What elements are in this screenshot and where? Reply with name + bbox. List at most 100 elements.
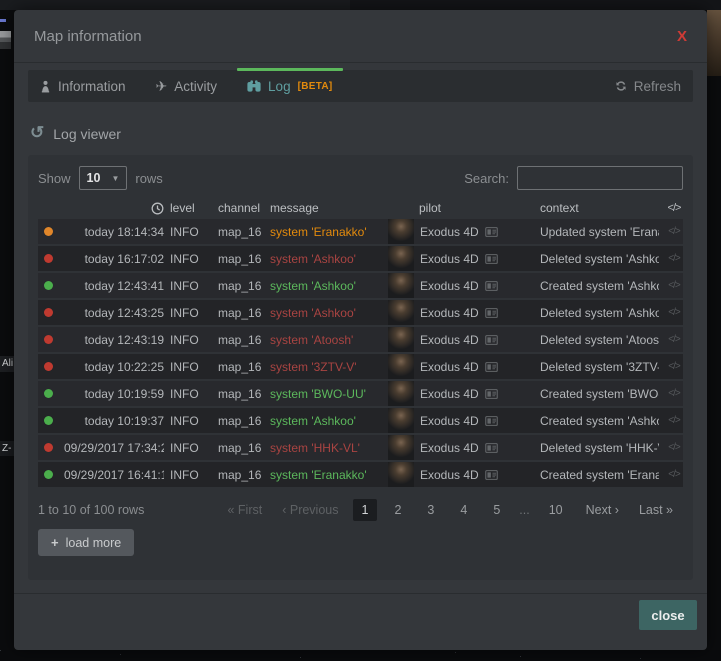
log-channel: map_16 [218, 414, 264, 428]
log-level: INFO [170, 225, 212, 239]
log-message: system 'Atoosh' [270, 333, 382, 347]
search-input[interactable] [517, 166, 683, 190]
code-icon[interactable]: </> [665, 361, 683, 372]
table-row[interactable]: today 18:14:34 INFO map_16 system 'Erana… [38, 219, 683, 244]
pagination-page-2[interactable]: 2 [385, 499, 410, 521]
log-channel: map_16 [218, 306, 264, 320]
pilot-name: Exodus 4D [420, 225, 479, 239]
message-column-header[interactable]: message [270, 201, 382, 215]
tab-log[interactable]: Log [BETA] [247, 79, 332, 94]
pilot-name: Exodus 4D [420, 468, 479, 482]
character-sheet-icon[interactable] [485, 227, 498, 237]
character-sheet-icon[interactable] [485, 281, 498, 291]
pilot-avatar [388, 273, 414, 298]
log-channel: map_16 [218, 387, 264, 401]
close-icon[interactable]: X [677, 29, 687, 44]
code-icon[interactable]: </> [665, 307, 683, 318]
background-top-bar-segment [350, 0, 721, 10]
pagination-last[interactable]: Last » [629, 500, 683, 520]
log-time: today 16:17:02 [64, 252, 164, 266]
table-row[interactable]: 09/29/2017 16:41:17 INFO map_16 system '… [38, 462, 683, 487]
character-sheet-icon[interactable] [485, 308, 498, 318]
log-message: system 'Ashkoo' [270, 279, 382, 293]
table-row[interactable]: today 16:17:02 INFO map_16 system 'Ashko… [38, 246, 683, 271]
code-icon[interactable]: </> [665, 280, 683, 291]
code-icon[interactable]: </> [665, 253, 683, 264]
pagination-page-10[interactable]: 10 [540, 499, 572, 521]
level-column-header[interactable]: level [170, 201, 212, 215]
log-channel: map_16 [218, 468, 264, 482]
log-message: system 'Ashkoo' [270, 252, 382, 266]
character-sheet-icon[interactable] [485, 335, 498, 345]
binoculars-icon [247, 80, 261, 92]
pagination-next[interactable]: Next › [576, 500, 629, 520]
chevron-down-icon: ▼ [111, 174, 119, 183]
active-tab-indicator [237, 68, 342, 71]
table-row[interactable]: today 12:43:19 INFO map_16 system 'Atoos… [38, 327, 683, 352]
pagination-page-5[interactable]: 5 [484, 499, 509, 521]
code-icon: </> [665, 202, 683, 214]
pilot-avatar [388, 246, 414, 271]
plus-icon: + [51, 535, 59, 550]
table-row[interactable]: today 12:43:41 INFO map_16 system 'Ashko… [38, 273, 683, 298]
log-level: INFO [170, 306, 212, 320]
load-more-button[interactable]: + load more [38, 529, 134, 556]
table-row[interactable]: 09/29/2017 17:34:25 INFO map_16 system '… [38, 435, 683, 460]
close-button[interactable]: close [639, 600, 697, 630]
code-icon[interactable]: </> [665, 469, 683, 480]
table-row[interactable]: today 12:43:25 INFO map_16 system 'Ashko… [38, 300, 683, 325]
channel-column-header[interactable]: channel [218, 201, 264, 215]
history-icon: ↺ [30, 124, 44, 141]
log-time: today 12:43:41 [64, 279, 164, 293]
code-icon[interactable]: </> [665, 442, 683, 453]
pilot-avatar [388, 354, 414, 379]
character-sheet-icon[interactable] [485, 362, 498, 372]
code-icon[interactable]: </> [665, 226, 683, 237]
time-column-header[interactable] [64, 202, 164, 215]
code-icon[interactable]: </> [665, 415, 683, 426]
pagination-page-3[interactable]: 3 [418, 499, 443, 521]
show-label: Show [38, 171, 71, 186]
log-context: Deleted system 'HHK-VL' ... [540, 441, 659, 455]
tab-activity-label: Activity [174, 79, 217, 94]
pilot-avatar [388, 408, 414, 433]
refresh-button[interactable]: Refresh [615, 79, 681, 94]
pilot-avatar [388, 219, 414, 244]
character-sheet-icon[interactable] [485, 389, 498, 399]
pagination-page-4[interactable]: 4 [451, 499, 476, 521]
log-viewer-heading: ↺ Log viewer [30, 125, 121, 142]
table-row[interactable]: today 10:19:37 INFO map_16 system 'Ashko… [38, 408, 683, 433]
log-context: Deleted system 'Ashkoo' ... [540, 306, 659, 320]
character-sheet-icon[interactable] [485, 416, 498, 426]
background-system-label-fragment: Ali [0, 356, 15, 372]
status-dot [44, 389, 53, 398]
pilot-column-header[interactable]: pilot [388, 201, 534, 215]
page-size-select[interactable]: 10 ▼ [79, 166, 128, 190]
tab-information[interactable]: Information [40, 79, 126, 94]
person-icon [40, 80, 51, 93]
table-row[interactable]: today 10:19:59 INFO map_16 system 'BWO-U… [38, 381, 683, 406]
log-channel: map_16 [218, 360, 264, 374]
character-sheet-icon[interactable] [485, 470, 498, 480]
code-icon[interactable]: </> [665, 334, 683, 345]
pilot-name: Exodus 4D [420, 306, 479, 320]
log-context: Updated system 'Eranakk... [540, 225, 659, 239]
context-column-header[interactable]: context [540, 201, 659, 215]
background-space [0, 650, 721, 661]
rows-label: rows [135, 171, 162, 186]
tab-activity[interactable]: ✈ Activity [156, 79, 218, 94]
log-message: system 'Eranakko' [270, 468, 382, 482]
pagination-page-1[interactable]: 1 [353, 499, 378, 521]
pilot-name: Exodus 4D [420, 387, 479, 401]
character-sheet-icon[interactable] [485, 254, 498, 264]
log-message: system '3ZTV-V' [270, 360, 382, 374]
pilot-name: Exodus 4D [420, 414, 479, 428]
table-row[interactable]: today 10:22:25 INFO map_16 system '3ZTV-… [38, 354, 683, 379]
log-channel: map_16 [218, 441, 264, 455]
log-context: Deleted system 'Atoosh' #... [540, 333, 659, 347]
code-icon[interactable]: </> [665, 388, 683, 399]
status-dot [44, 470, 53, 479]
status-dot [44, 281, 53, 290]
refresh-label: Refresh [634, 79, 681, 94]
character-sheet-icon[interactable] [485, 443, 498, 453]
